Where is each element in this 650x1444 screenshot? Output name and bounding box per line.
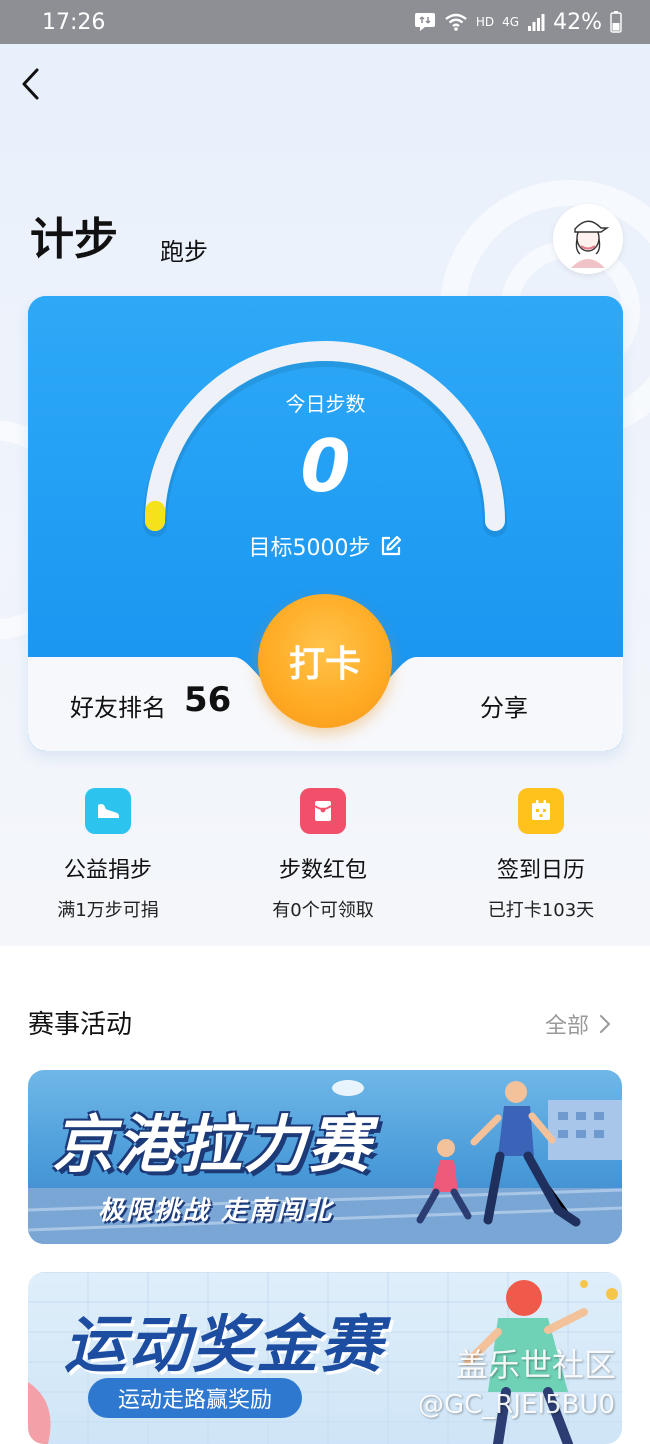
view-all-label: 全部 [545, 1014, 590, 1039]
step-card: 今日步数 0 目标5000步 打卡 好友排名 56 分享 [28, 296, 623, 751]
avatar-icon [553, 204, 623, 274]
edit-icon[interactable] [379, 534, 403, 558]
message-icon [414, 13, 435, 31]
banner-title: 京港拉力赛 [52, 1108, 373, 1181]
calendar-icon [518, 788, 564, 834]
status-icons: HD 4G 42% [414, 10, 622, 35]
tab-running[interactable]: 跑步 [160, 232, 208, 267]
avatar[interactable] [553, 204, 623, 274]
shortcut-donate-steps[interactable]: 公益捐步 满1万步可捐 [8, 788, 208, 922]
today-steps-value: 0 [300, 424, 351, 508]
friend-rank-value[interactable]: 56 [184, 680, 231, 720]
chevron-right-icon [600, 1015, 611, 1033]
shortcut-checkin-calendar[interactable]: 签到日历 已打卡103天 [441, 788, 641, 922]
event-banner-rally[interactable]: 京港拉力赛 极限挑战 走南闯北 [28, 1070, 622, 1244]
back-arrow-icon [22, 68, 39, 100]
goal-text: 目标5000步 [248, 536, 371, 561]
watermark-community: 盖乐世社区 [456, 1346, 617, 1384]
share-button[interactable]: 分享 [480, 688, 528, 723]
hd-label: HD [475, 15, 495, 29]
shortcut-step-red-envelope[interactable]: 步数红包 有0个可领取 [223, 788, 423, 922]
back-button[interactable] [10, 62, 50, 106]
network-type: 4G [502, 15, 520, 29]
checkin-button[interactable]: 打卡 [258, 594, 392, 728]
battery-percent: 42% [553, 9, 602, 35]
banner-subtitle: 极限挑战 走南闯北 [98, 1196, 334, 1226]
events-section-title: 赛事活动 [28, 1010, 133, 1040]
battery-icon [610, 11, 622, 33]
shortcut-subtitle: 满1万步可捐 [57, 900, 159, 921]
shoe-icon [85, 788, 131, 834]
shortcut-subtitle: 已打卡103天 [487, 900, 595, 921]
shortcut-title: 公益捐步 [63, 858, 152, 883]
status-bar: 17:26 HD 4G 42% [0, 0, 650, 44]
shortcut-title: 签到日历 [496, 858, 585, 883]
watermark-handle: @GC_RJEI5BU0 [418, 1390, 616, 1420]
events-view-all[interactable]: 全部 [545, 1008, 611, 1040]
page-title: 计步 [30, 214, 118, 265]
today-steps-label: 今日步数 [285, 392, 366, 416]
signal-icon [528, 14, 545, 31]
status-time: 17:26 [42, 9, 106, 35]
red-envelope-icon [300, 788, 346, 834]
shortcut-subtitle: 有0个可领取 [272, 900, 374, 921]
banner-subtitle-pill: 运动走路赢奖励 [88, 1378, 303, 1418]
goal-row[interactable]: 目标5000步 [28, 530, 623, 562]
wifi-icon [445, 13, 467, 31]
shortcut-title: 步数红包 [278, 858, 367, 883]
banner-title: 运动奖金赛 [64, 1308, 385, 1381]
friend-rank-label[interactable]: 好友排名 [70, 688, 166, 723]
